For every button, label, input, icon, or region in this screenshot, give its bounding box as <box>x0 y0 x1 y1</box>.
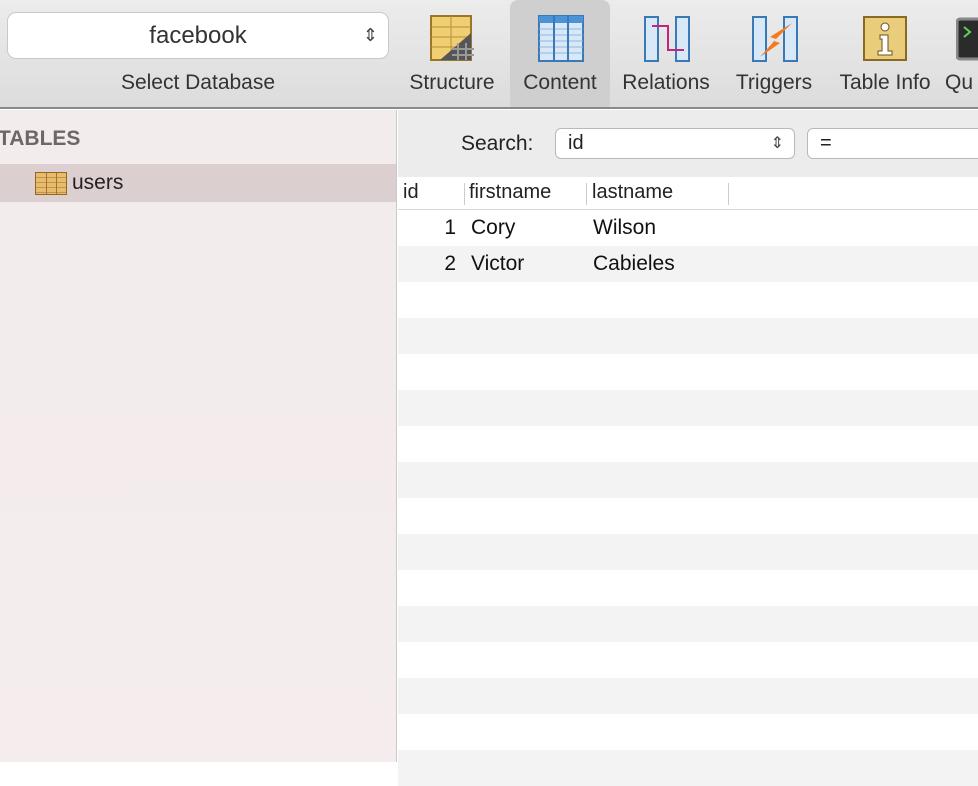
database-select[interactable]: facebook ⇕ <box>8 13 388 58</box>
table-icon <box>35 172 67 195</box>
table-name: users <box>72 171 124 194</box>
content-icon <box>538 15 584 62</box>
content-tab[interactable]: Content <box>510 0 610 107</box>
triggers-label: Triggers <box>735 71 813 94</box>
empty-row <box>398 678 978 714</box>
table-info-tab[interactable]: Table Info <box>835 0 935 107</box>
table-info-icon <box>863 16 907 61</box>
chevron-updown-icon: ⇕ <box>362 25 378 45</box>
column-resize-handle[interactable] <box>464 183 465 205</box>
relations-label: Relations <box>622 71 710 94</box>
empty-row <box>398 282 978 318</box>
empty-row <box>398 606 978 642</box>
search-label: Search: <box>461 132 534 155</box>
cell-id: 1 <box>444 216 456 239</box>
cell-firstname: Victor <box>471 252 525 275</box>
relations-icon <box>644 16 690 62</box>
chevron-updown-icon: ⇕ <box>770 135 784 152</box>
column-header-firstname[interactable]: firstname <box>469 181 551 204</box>
empty-row <box>398 354 978 390</box>
tables-heading: TABLES <box>0 127 81 150</box>
table-row[interactable]: 2 Victor Cabieles <box>398 246 978 282</box>
query-icon <box>956 17 978 61</box>
empty-row <box>398 642 978 678</box>
database-value: facebook <box>149 22 247 49</box>
empty-row <box>398 750 978 786</box>
empty-row <box>398 570 978 606</box>
column-resize-handle[interactable] <box>728 183 729 205</box>
search-field-value: id <box>568 132 584 154</box>
table-header: id firstname lastname <box>398 177 978 210</box>
empty-row <box>398 714 978 750</box>
search-operator-value: = <box>820 132 832 154</box>
cell-id: 2 <box>444 252 456 275</box>
toolbar: facebook ⇕ Select Database Structure Cont… <box>0 0 978 109</box>
structure-label: Structure <box>409 71 495 94</box>
triggers-tab[interactable]: Triggers <box>724 0 824 107</box>
table-row[interactable]: 1 Cory Wilson <box>398 210 978 246</box>
empty-row <box>398 318 978 354</box>
column-resize-handle[interactable] <box>586 183 587 205</box>
relations-tab[interactable]: Relations <box>616 0 716 107</box>
select-database-label: Select Database <box>120 71 276 94</box>
column-header-lastname[interactable]: lastname <box>592 181 673 204</box>
empty-row <box>398 498 978 534</box>
column-header-id[interactable]: id <box>403 181 419 204</box>
sidebar-table-users[interactable]: users <box>0 164 396 202</box>
empty-row <box>398 534 978 570</box>
triggers-icon <box>752 16 798 62</box>
content-label: Content <box>523 71 597 94</box>
search-operator-select[interactable]: = <box>807 128 978 159</box>
sidebar: TABLES users <box>0 110 397 762</box>
empty-row <box>398 390 978 426</box>
empty-row <box>398 462 978 498</box>
search-bar: Search: id ⇕ = <box>398 110 978 177</box>
query-label: Qu <box>945 71 974 94</box>
search-field-select[interactable]: id ⇕ <box>555 128 795 159</box>
table-info-label: Table Info <box>839 71 931 94</box>
query-tab[interactable]: Qu <box>930 0 978 107</box>
empty-row <box>398 426 978 462</box>
structure-tab[interactable]: Structure <box>402 0 502 107</box>
cell-firstname: Cory <box>471 216 516 239</box>
cell-lastname: Cabieles <box>593 252 675 275</box>
structure-icon <box>430 15 474 61</box>
cell-lastname: Wilson <box>593 216 657 239</box>
content-table: id firstname lastname 1 Cory Wilson 2 Victo… <box>398 177 978 786</box>
